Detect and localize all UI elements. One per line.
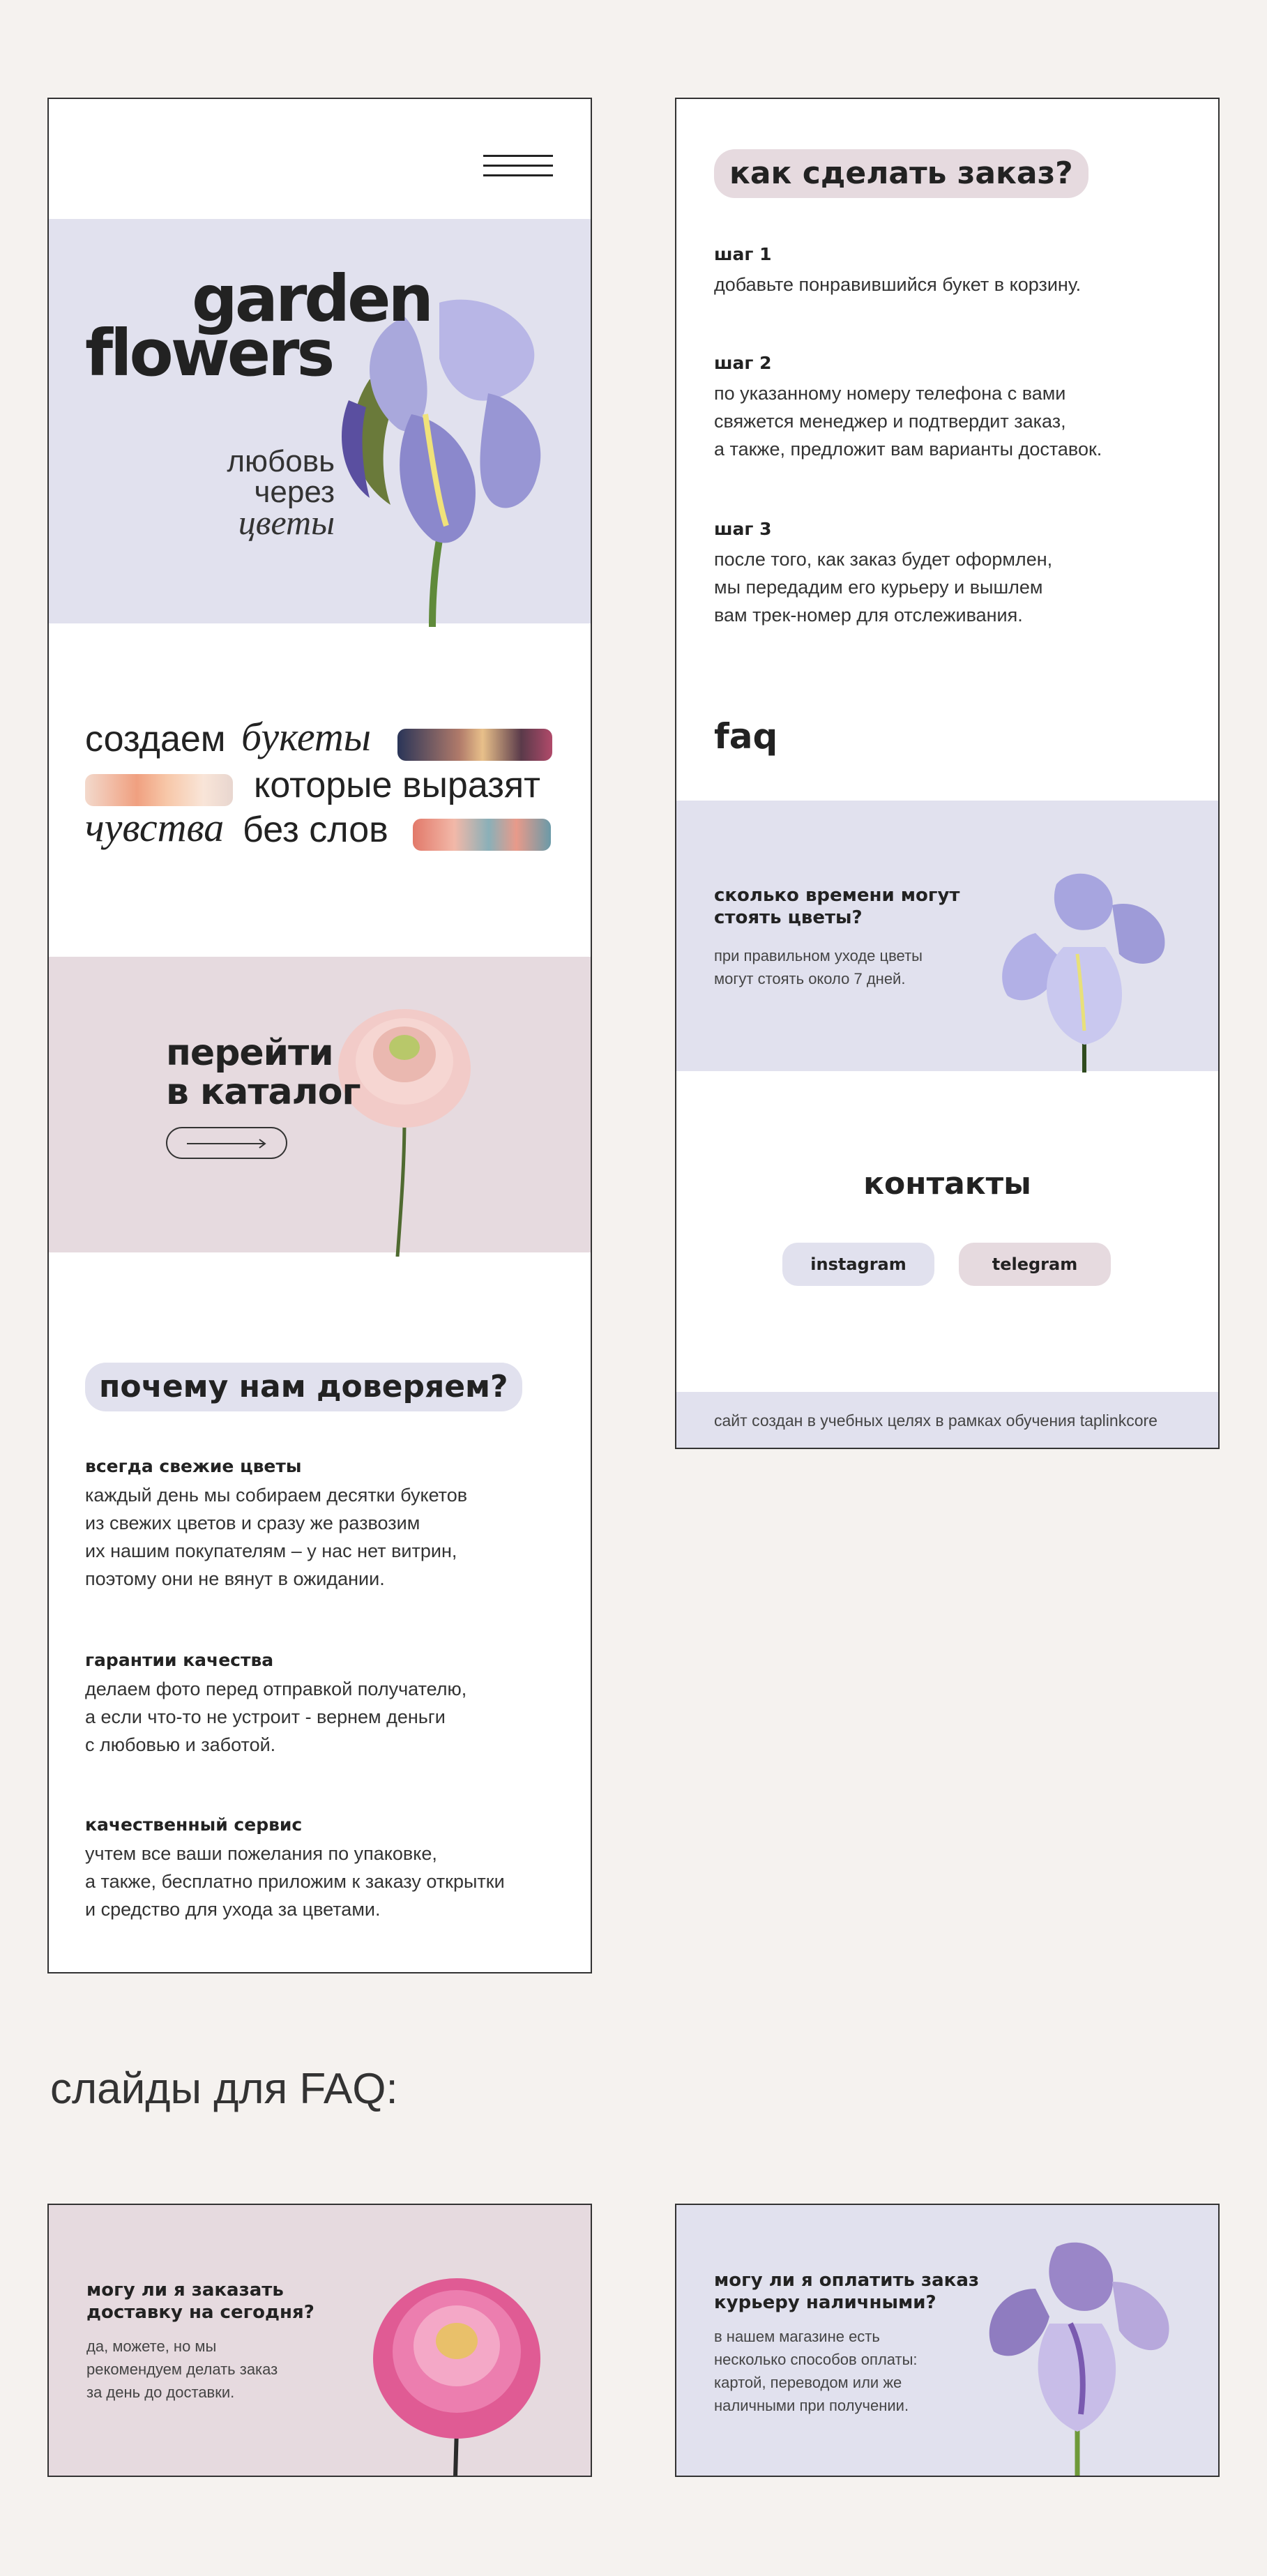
- faq-question: сколько времени могут стоять цветы?: [714, 885, 960, 928]
- step-3-text: после того, как заказ будет оформлен, мы…: [714, 549, 1053, 626]
- catalog-section[interactable]: перейти в каталог: [49, 957, 591, 1257]
- telegram-button[interactable]: telegram: [959, 1243, 1111, 1286]
- trust-item-1-text: каждый день мы собираем десятки букетов …: [85, 1485, 468, 1589]
- slides-caption: слайды для FAQ:: [50, 2065, 398, 2113]
- mobile-page-right: как сделать заказ? шаг 1 добавьте понрав…: [675, 98, 1220, 1449]
- bouquets-line3-word1: чувства: [85, 805, 225, 850]
- bouquets-line1-word1: создаем: [85, 719, 226, 759]
- step-2-title: шаг 2: [714, 353, 772, 373]
- bouquet-photo-1: [397, 729, 552, 761]
- catalog-arrow-button[interactable]: [166, 1127, 287, 1159]
- slide-1-question: могу ли я заказать доставку на сегодня?: [86, 2280, 314, 2323]
- iris-flower-image: [1002, 873, 1165, 1073]
- slide-2-answer: в нашем магазине есть несколько способов…: [714, 2328, 918, 2414]
- ranunculus-flower-image: [338, 1009, 471, 1257]
- trust-item-2-text: делаем фото перед отправкой получателю, …: [85, 1679, 467, 1755]
- bouquet-photo-3: [413, 819, 551, 851]
- bouquets-line2: которые выразят: [254, 765, 540, 805]
- arrow-right-icon: [187, 1139, 266, 1149]
- step-1-title: шаг 1: [714, 244, 772, 264]
- footer: сайт создан в учебных целях в рамках обу…: [676, 1392, 1218, 1448]
- mobile-page-left: garden flowers любовь через цветы создае…: [47, 98, 592, 1973]
- hamburger-menu-icon[interactable]: [483, 155, 553, 180]
- footer-text: сайт создан в учебных целях в рамках обу…: [714, 1411, 1158, 1430]
- instagram-button[interactable]: instagram: [782, 1243, 934, 1286]
- bouquets-line1-word2: букеты: [241, 714, 371, 759]
- faq-slide-1[interactable]: могу ли я заказать доставку на сегодня? …: [47, 2204, 592, 2477]
- trust-item-3-title: качественный сервис: [85, 1814, 303, 1835]
- slide-2-question: могу ли я оплатить заказ курьеру наличны…: [714, 2270, 979, 2313]
- step-2-text: по указанному номеру телефона с вами свя…: [714, 383, 1102, 460]
- trust-item-1-title: всегда свежие цветы: [85, 1456, 302, 1476]
- catalog-title-line2: в каталог: [166, 1071, 361, 1113]
- bouquets-line3-word2: без слов: [243, 810, 388, 850]
- peony-flower-image: [373, 2278, 540, 2476]
- faq-answer: при правильном уходе цветы могут стоять …: [714, 947, 923, 987]
- step-1-text: добавьте понравившийся букет в корзину.: [714, 274, 1082, 295]
- faq-slide[interactable]: сколько времени могут стоять цветы? при …: [676, 801, 1218, 1073]
- iris-flower-image: [342, 299, 541, 627]
- trust-item-2-title: гарантии качества: [85, 1650, 274, 1670]
- slide-1-answer: да, можете, но мы рекомендуем делать зак…: [86, 2338, 278, 2401]
- tagline-line1: любовь: [227, 444, 335, 478]
- iris-flower-image: [989, 2242, 1169, 2476]
- contacts-heading: контакты: [863, 1166, 1031, 1202]
- trust-item-3-text: учтем все ваши пожелания по упаковке, а …: [85, 1843, 505, 1920]
- order-heading: как сделать заказ?: [714, 149, 1088, 198]
- faq-slide-2[interactable]: могу ли я оплатить заказ курьеру наличны…: [675, 2204, 1220, 2477]
- tagline-line3: цветы: [238, 503, 335, 542]
- step-3-title: шаг 3: [714, 519, 772, 539]
- brand-title-line2: flowers: [85, 316, 335, 391]
- bouquet-photo-2: [85, 774, 233, 806]
- trust-heading: почему нам доверяем?: [85, 1363, 522, 1411]
- catalog-title-line1: перейти: [166, 1032, 334, 1074]
- hero-section: garden flowers любовь через цветы: [49, 219, 591, 627]
- faq-heading: faq: [714, 716, 778, 757]
